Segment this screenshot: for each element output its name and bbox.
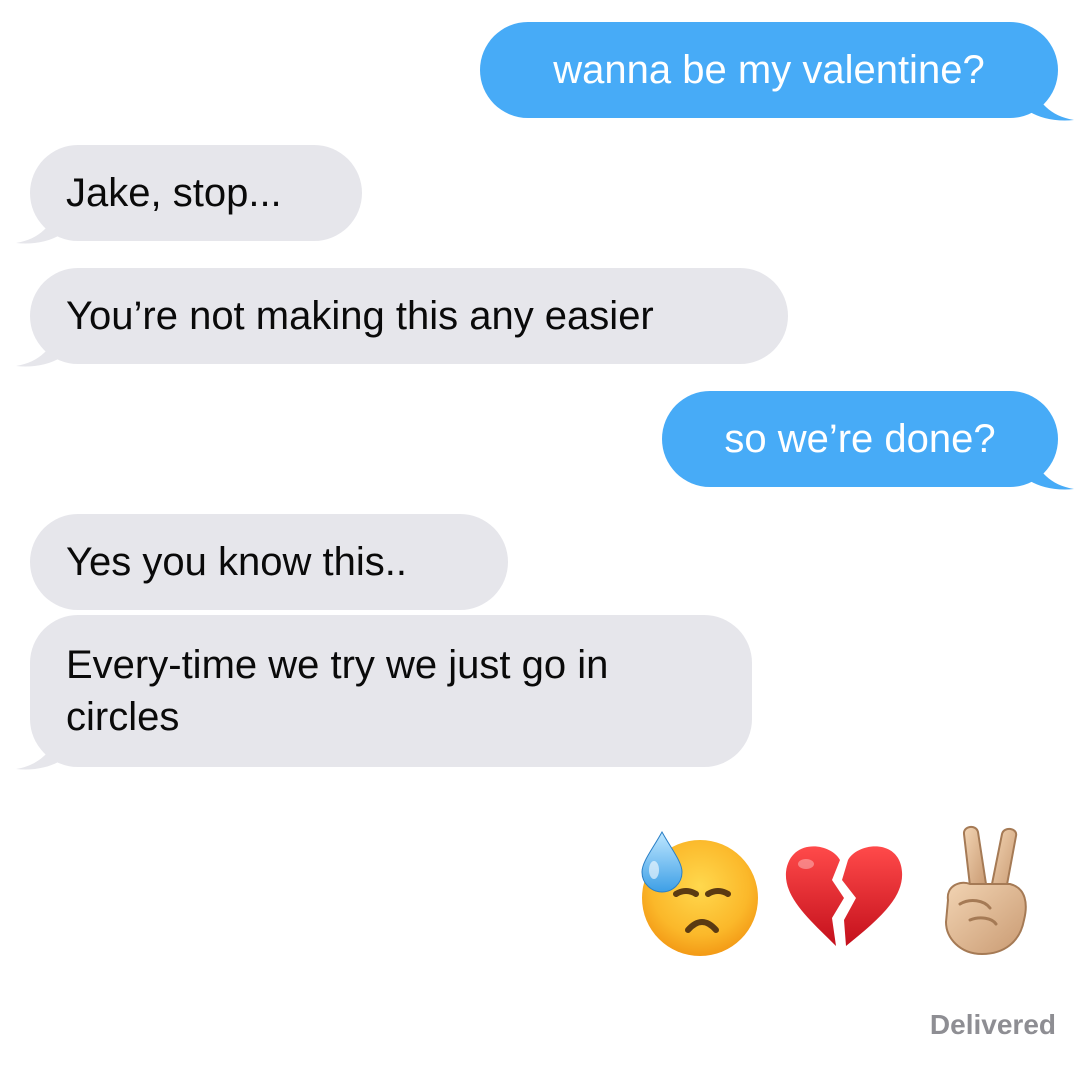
message-text: wanna be my valentine? xyxy=(553,48,985,92)
broken-heart-icon xyxy=(785,846,903,946)
received-bubble-tail xyxy=(16,205,60,244)
delivery-status: Delivered xyxy=(929,1009,1056,1040)
sent-bubble-tail xyxy=(1030,451,1074,490)
message-text: so we’re done? xyxy=(724,417,996,461)
sent-bubble-tail xyxy=(1030,82,1074,121)
message-bubble-received[interactable]: Jake, stop... xyxy=(30,145,362,241)
message-bubble-received[interactable]: Yes you know this.. xyxy=(30,514,508,610)
message-bubble-received[interactable]: Every-time we try we just go in circles xyxy=(30,615,752,767)
message-bubble-sent[interactable]: wanna be my valentine? xyxy=(480,22,1058,118)
emoji-message[interactable] xyxy=(630,820,1050,970)
message-text: Jake, stop... xyxy=(66,171,282,215)
received-bubble-tail xyxy=(16,328,60,367)
message-text: You’re not making this any easier xyxy=(66,294,654,338)
victory-hand-icon xyxy=(944,826,1027,956)
message-bubble-sent[interactable]: so we’re done? xyxy=(662,391,1058,487)
received-bubble-tail xyxy=(16,731,60,770)
message-text: Every-time we try we just go in circles xyxy=(66,643,609,739)
downcast-face-with-sweat-icon xyxy=(641,830,758,956)
message-bubble-received[interactable]: You’re not making this any easier xyxy=(30,268,788,364)
message-text: Yes you know this.. xyxy=(66,540,407,584)
